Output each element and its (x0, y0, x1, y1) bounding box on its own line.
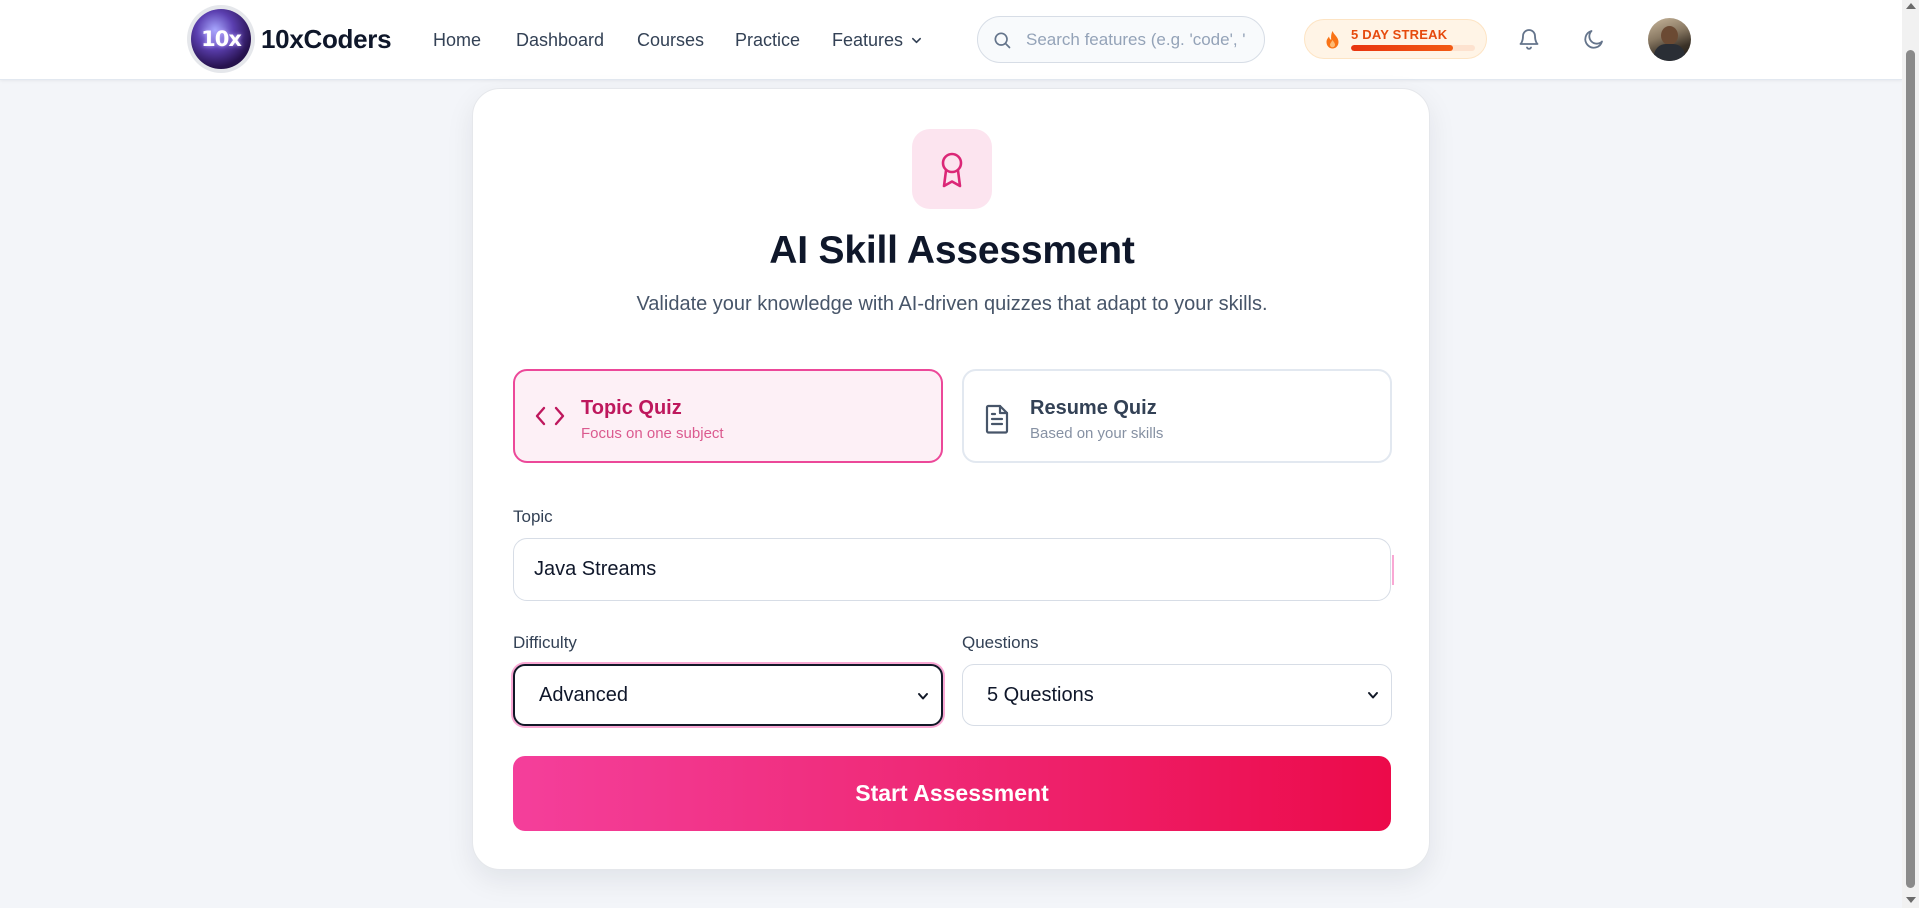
scroll-down-arrow[interactable] (1906, 897, 1916, 903)
streak-label: 5 DAY STREAK (1351, 27, 1448, 42)
search-icon (994, 32, 1011, 48)
avatar-body (1654, 44, 1685, 61)
topic-label: Topic (513, 507, 553, 526)
page-title: AI Skill Assessment (769, 229, 1135, 272)
nav-dashboard[interactable]: Dashboard (516, 30, 604, 51)
logo[interactable]: 10x (191, 9, 251, 69)
start-assessment-button[interactable]: Start Assessment (513, 756, 1391, 831)
chevron-down-icon (1368, 692, 1378, 699)
chevron-down-icon (912, 37, 922, 44)
difficulty-label: Difficulty (513, 633, 577, 652)
difficulty-value: Advanced (539, 683, 628, 706)
topic-quiz-description: Focus on one subject (581, 425, 724, 442)
scroll-thumb[interactable] (1906, 50, 1915, 888)
logo-text: 10x (201, 27, 242, 51)
topic-quiz-option[interactable]: Topic Quiz Focus on one subject (513, 369, 943, 463)
search-input[interactable] (1026, 29, 1256, 50)
page-scrollbar[interactable] (1902, 0, 1919, 908)
topic-quiz-title: Topic Quiz (581, 397, 682, 419)
avatar-head (1661, 26, 1678, 45)
nav-features-dropdown[interactable]: Features (832, 30, 922, 51)
nav-courses[interactable]: Courses (637, 30, 704, 51)
code-icon (535, 406, 565, 426)
user-avatar[interactable] (1648, 18, 1691, 61)
document-icon (985, 404, 1009, 434)
top-navbar: 10x 10xCoders Home Dashboard Courses Pra… (0, 0, 1902, 80)
moon-icon[interactable] (1582, 27, 1606, 51)
topic-input-cursor (1392, 555, 1394, 585)
streak-progress-fill (1351, 45, 1453, 51)
resume-quiz-title: Resume Quiz (1030, 397, 1157, 419)
search-box[interactable] (977, 16, 1265, 63)
award-icon (941, 152, 963, 188)
questions-select[interactable]: 5 Questions (962, 664, 1392, 726)
bell-icon[interactable] (1517, 26, 1541, 52)
topic-input[interactable] (513, 538, 1391, 601)
page-subtitle: Validate your knowledge with AI-driven q… (636, 293, 1268, 315)
streak-badge[interactable]: 5 DAY STREAK (1304, 19, 1487, 59)
flame-icon (1326, 31, 1339, 49)
assessment-card: AI Skill Assessment Validate your knowle… (472, 88, 1430, 870)
nav-features-label: Features (832, 30, 904, 50)
streak-progress-bar (1351, 45, 1475, 51)
questions-value: 5 Questions (987, 683, 1094, 706)
questions-label: Questions (962, 633, 1039, 652)
award-badge (912, 129, 992, 209)
scroll-up-arrow[interactable] (1906, 3, 1916, 9)
nav-practice[interactable]: Practice (735, 30, 800, 51)
difficulty-select[interactable]: Advanced (513, 664, 943, 726)
resume-quiz-option[interactable]: Resume Quiz Based on your skills (962, 369, 1392, 463)
nav-home[interactable]: Home (433, 30, 481, 51)
brand-name[interactable]: 10xCoders (261, 24, 392, 55)
resume-quiz-description: Based on your skills (1030, 425, 1164, 442)
chevron-down-icon (918, 693, 928, 700)
